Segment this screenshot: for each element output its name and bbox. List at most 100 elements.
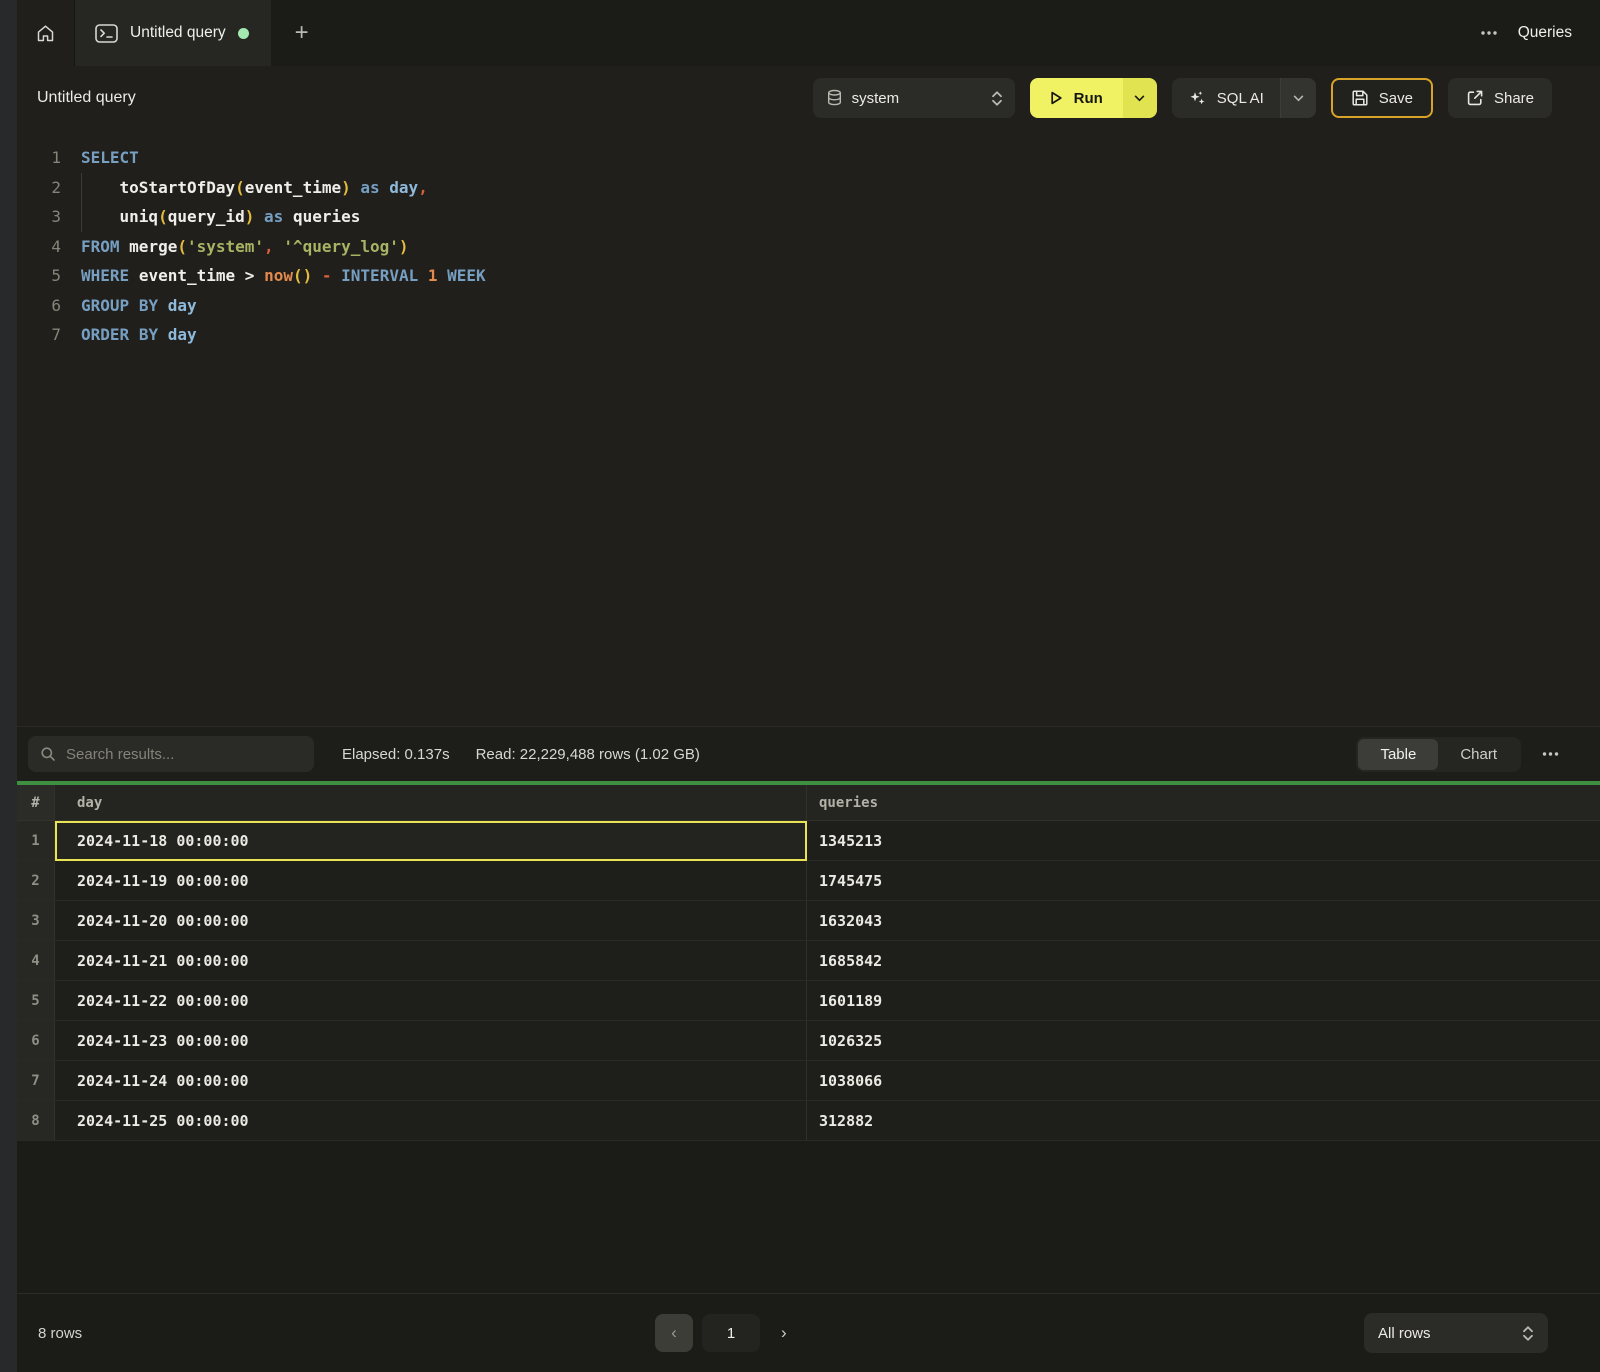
table-row: 82024-11-25 00:00:00312882	[17, 1101, 1600, 1141]
sql-ai-options-button[interactable]	[1280, 78, 1316, 118]
table-row: 32024-11-20 00:00:001632043	[17, 901, 1600, 941]
home-icon	[35, 23, 56, 44]
page-size-select[interactable]: All rows	[1364, 1313, 1548, 1353]
code-lines: 1SELECT2 toStartOfDay(event_time) as day…	[17, 143, 1600, 350]
cell-day[interactable]: 2024-11-18 00:00:00	[55, 821, 807, 861]
cell-day[interactable]: 2024-11-20 00:00:00	[55, 901, 807, 941]
header-queries[interactable]: queries	[807, 785, 1600, 820]
table-row: 72024-11-24 00:00:001038066	[17, 1061, 1600, 1101]
row-index: 5	[17, 981, 55, 1021]
run-button-label: Run	[1074, 90, 1103, 107]
chevron-right-icon: ›	[781, 1323, 787, 1342]
table-body: 12024-11-18 00:00:00134521322024-11-19 0…	[17, 821, 1600, 1141]
table-row: 42024-11-21 00:00:001685842	[17, 941, 1600, 981]
sql-ai-button[interactable]: SQL AI	[1172, 78, 1316, 118]
read-stat: Read: 22,229,488 rows (1.02 GB)	[476, 746, 700, 763]
cell-queries[interactable]: 312882	[807, 1101, 1600, 1141]
page-size-value: All rows	[1378, 1325, 1431, 1342]
sql-ai-button-main[interactable]: SQL AI	[1172, 78, 1280, 118]
terminal-icon	[95, 24, 118, 43]
line-number: 7	[17, 320, 61, 350]
row-count: 8 rows	[38, 1325, 82, 1342]
ellipsis-icon	[1541, 751, 1560, 757]
line-number: 4	[17, 232, 61, 262]
cell-day[interactable]: 2024-11-22 00:00:00	[55, 981, 807, 1021]
code-text: toStartOfDay(event_time) as day,	[81, 173, 428, 203]
share-button[interactable]: Share	[1448, 78, 1552, 118]
code-text: GROUP BY day	[81, 291, 197, 321]
code-line[interactable]: 1SELECT	[17, 143, 1600, 173]
tab-bar-spacer	[333, 0, 1480, 66]
database-select[interactable]: system	[813, 78, 1015, 118]
cell-queries[interactable]: 1026325	[807, 1021, 1600, 1061]
cell-queries[interactable]: 1632043	[807, 901, 1600, 941]
cell-queries[interactable]: 1038066	[807, 1061, 1600, 1101]
save-icon	[1351, 89, 1369, 107]
next-page-button[interactable]: ›	[769, 1323, 799, 1343]
search-results-input[interactable]	[66, 746, 302, 763]
code-line[interactable]: 5 WHERE event_time > now() - INTERVAL 1 W…	[17, 261, 1600, 291]
save-button-label: Save	[1379, 90, 1413, 107]
line-number: 2	[17, 173, 61, 203]
tab-untitled-query[interactable]: Untitled query	[75, 0, 271, 66]
cell-queries[interactable]: 1685842	[807, 941, 1600, 981]
view-toggle: TableChart	[1356, 737, 1521, 772]
code-line[interactable]: 6 GROUP BY day	[17, 291, 1600, 321]
sql-ai-button-label: SQL AI	[1217, 90, 1264, 107]
sql-console-window: Untitled query + Queries Untitled query	[0, 0, 1600, 1372]
cell-day[interactable]: 2024-11-24 00:00:00	[55, 1061, 807, 1101]
home-button[interactable]	[17, 0, 75, 66]
cell-day[interactable]: 2024-11-23 00:00:00	[55, 1021, 807, 1061]
code-text: ORDER BY day	[81, 320, 197, 350]
code-line[interactable]: 3 uniq(query_id) as queries	[17, 202, 1600, 232]
sparkles-icon	[1188, 89, 1207, 108]
save-button[interactable]: Save	[1331, 78, 1433, 118]
share-icon	[1466, 89, 1484, 107]
cell-day[interactable]: 2024-11-25 00:00:00	[55, 1101, 807, 1141]
database-icon	[827, 89, 842, 107]
search-results-box[interactable]	[28, 736, 314, 772]
results-toolbar: Elapsed: 0.137s Read: 22,229,488 rows (1…	[17, 726, 1600, 781]
row-index: 1	[17, 821, 55, 861]
elapsed-stat: Elapsed: 0.137s	[342, 746, 450, 763]
table-header: # day queries	[17, 785, 1600, 821]
header-index[interactable]: #	[17, 785, 55, 820]
code-line[interactable]: 4 FROM merge('system', '^query_log')	[17, 232, 1600, 262]
line-number: 6	[17, 291, 61, 321]
play-icon	[1048, 90, 1064, 106]
cell-queries[interactable]: 1601189	[807, 981, 1600, 1021]
code-text: SELECT	[81, 143, 139, 173]
new-tab-button[interactable]: +	[271, 0, 333, 66]
tab-overflow-button[interactable]	[1480, 30, 1498, 36]
header-day[interactable]: day	[55, 785, 807, 820]
table-row: 52024-11-22 00:00:001601189	[17, 981, 1600, 1021]
cell-queries[interactable]: 1345213	[807, 821, 1600, 861]
cell-queries[interactable]: 1745475	[807, 861, 1600, 901]
run-button[interactable]: Run	[1030, 78, 1157, 118]
view-tab-chart[interactable]: Chart	[1438, 739, 1519, 770]
code-line[interactable]: 2 toStartOfDay(event_time) as day,	[17, 173, 1600, 203]
results-empty-area	[17, 1141, 1600, 1293]
code-text: FROM merge('system', '^query_log')	[81, 232, 409, 262]
query-toolbar: Untitled query system	[17, 66, 1600, 130]
run-options-button[interactable]	[1123, 78, 1157, 118]
pagination: ‹ 1 ›	[655, 1314, 799, 1352]
left-edge-strip	[0, 0, 17, 1372]
table-row: 22024-11-19 00:00:001745475	[17, 861, 1600, 901]
queries-link[interactable]: Queries	[1518, 24, 1572, 42]
sql-editor[interactable]: 1SELECT2 toStartOfDay(event_time) as day…	[17, 130, 1600, 726]
code-line[interactable]: 7 ORDER BY day	[17, 320, 1600, 350]
current-page-button[interactable]: 1	[702, 1314, 760, 1352]
run-button-main[interactable]: Run	[1030, 78, 1123, 118]
view-tab-table[interactable]: Table	[1358, 739, 1438, 770]
results-more-button[interactable]	[1541, 751, 1560, 757]
chevron-down-icon	[1134, 95, 1145, 102]
prev-page-button[interactable]: ‹	[655, 1314, 693, 1352]
code-text: WHERE event_time > now() - INTERVAL 1 WE…	[81, 261, 486, 291]
cell-day[interactable]: 2024-11-21 00:00:00	[55, 941, 807, 981]
line-number: 5	[17, 261, 61, 291]
row-index: 3	[17, 901, 55, 941]
updown-chevron-icon	[991, 90, 1003, 107]
cell-day[interactable]: 2024-11-19 00:00:00	[55, 861, 807, 901]
table-row: 62024-11-23 00:00:001026325	[17, 1021, 1600, 1061]
